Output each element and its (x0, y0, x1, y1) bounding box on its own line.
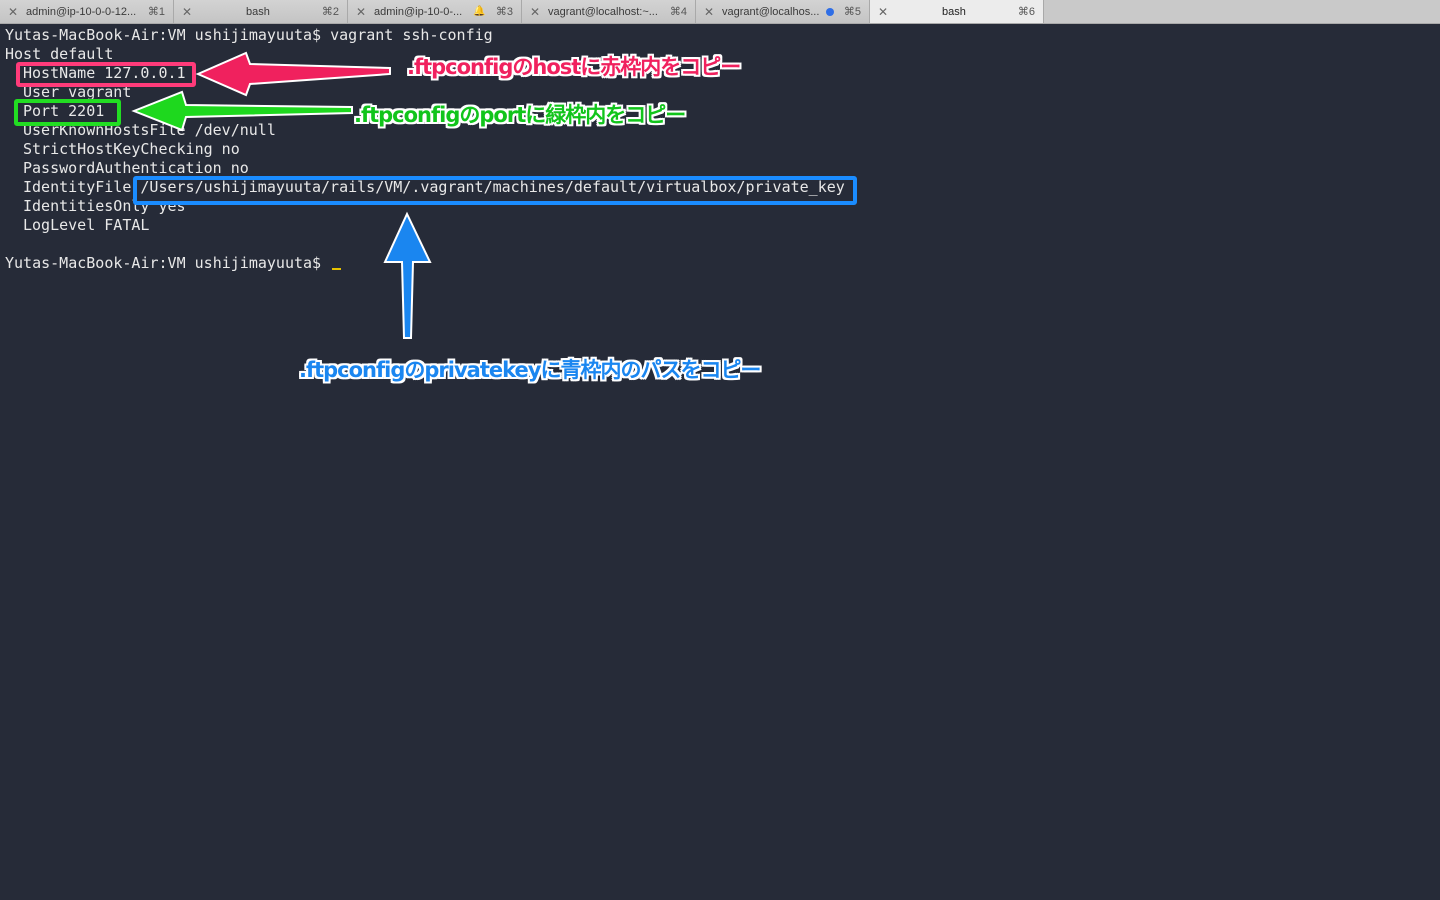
tab-title: bash (942, 5, 966, 18)
tab-title: vagrant@localhos... (722, 5, 820, 18)
tab-4[interactable]: ✕ vagrant@localhost:~... ⌘4 (522, 0, 696, 23)
close-icon[interactable]: ✕ (6, 5, 20, 19)
tab-shortcut: ⌘4 (669, 6, 687, 18)
close-icon[interactable]: ✕ (354, 5, 368, 19)
output-line: StrictHostKeyChecking no (23, 140, 240, 158)
tab-5[interactable]: ✕ vagrant@localhos... ⌘5 (696, 0, 870, 23)
close-icon[interactable]: ✕ (702, 5, 716, 19)
close-icon[interactable]: ✕ (528, 5, 542, 19)
highlight-box-hostname (16, 62, 196, 87)
output-line: UserKnownHostsFile /dev/null (23, 121, 276, 139)
cursor (332, 268, 342, 270)
annotation-hostname: .ftpconfigのhostに赤枠内をコピー (407, 55, 741, 79)
command-text: vagrant ssh-config (330, 26, 493, 44)
output-line: User vagrant (23, 83, 132, 101)
highlight-box-identityfile (133, 176, 857, 205)
tab-title: admin@ip-10-0-... (374, 5, 463, 18)
tab-title: bash (246, 5, 270, 18)
tab-title: admin@ip-10-0-0-12... (26, 5, 137, 18)
tab-shortcut: ⌘5 (843, 6, 861, 18)
tab-bar: ✕ admin@ip-10-0-0-12... ⌘1 ✕ bash ⌘2 ✕ a… (0, 0, 1440, 24)
bell-icon: 🔔 (473, 6, 486, 17)
highlight-box-port (14, 99, 121, 126)
tab-1[interactable]: ✕ admin@ip-10-0-0-12... ⌘1 (0, 0, 174, 23)
tab-6[interactable]: ✕ bash ⌘6 (870, 0, 1044, 23)
tab-shortcut: ⌘1 (147, 6, 165, 18)
output-line: LogLevel FATAL (23, 216, 150, 234)
activity-dot-icon (825, 7, 834, 16)
close-icon[interactable]: ✕ (180, 5, 194, 19)
annotation-privatekey: .ftpconfigのprivatekeyに青枠内のパスをコピー (299, 358, 761, 382)
annotation-port: .ftpconfigのportに緑枠内をコピー (354, 103, 686, 127)
tab-shortcut: ⌘3 (495, 6, 513, 18)
tab-3[interactable]: ✕ admin@ip-10-0-... 🔔 ⌘3 (348, 0, 522, 23)
tab-title: vagrant@localhost:~... (548, 5, 658, 18)
shell-prompt: Yutas-MacBook-Air:VM ushijimayuuta$ (5, 26, 322, 44)
prompt-line: Yutas-MacBook-Air:VM ushijimayuuta$ (5, 254, 1435, 273)
command-line: Yutas-MacBook-Air:VM ushijimayuuta$ vagr… (5, 26, 1435, 45)
close-icon[interactable]: ✕ (876, 5, 890, 19)
output-line-port: Port 2201 (23, 102, 105, 120)
tab-shortcut: ⌘2 (321, 6, 339, 18)
tab-shortcut: ⌘6 (1017, 6, 1035, 18)
shell-prompt: Yutas-MacBook-Air:VM ushijimayuuta$ (5, 254, 322, 272)
tab-2[interactable]: ✕ bash ⌘2 (174, 0, 348, 23)
